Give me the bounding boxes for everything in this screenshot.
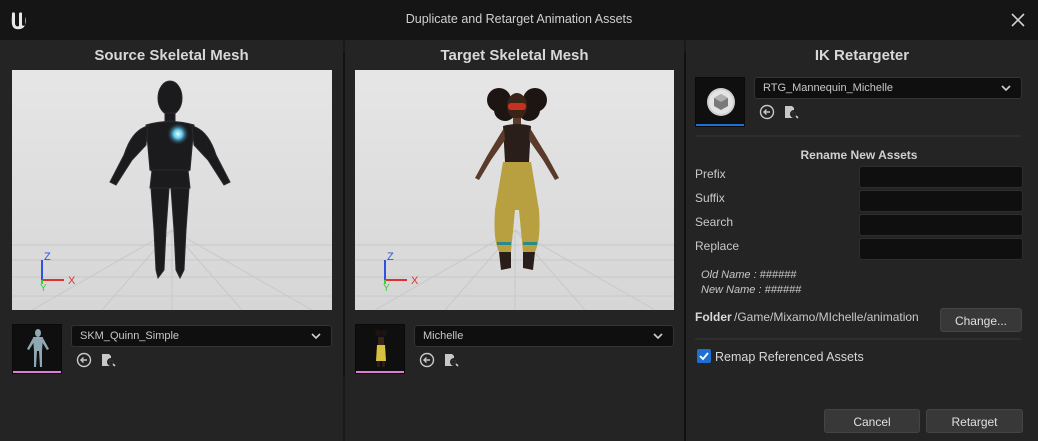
source-mesh-thumbnail[interactable] (12, 324, 62, 374)
cancel-button[interactable]: Cancel (824, 409, 920, 433)
old-name-preview: Old Name : ###### (701, 269, 797, 281)
title-bar: Duplicate and Retarget Animation Assets (0, 0, 1038, 40)
use-selected-arrow-icon[interactable] (419, 352, 435, 368)
svg-text:Y: Y (383, 283, 390, 294)
source-mesh-combo[interactable]: SKM_Quinn_Simple (71, 325, 332, 347)
chevron-down-icon (653, 333, 663, 340)
new-name-preview: New Name : ###### (701, 284, 802, 296)
source-preview-scene: Z X Y (12, 70, 332, 310)
target-panel-title: Target Skeletal Mesh (440, 47, 589, 64)
folder-label: Folder (695, 310, 732, 324)
source-viewport[interactable]: Z X Y (12, 70, 332, 310)
svg-text:Z: Z (387, 251, 394, 263)
retargeter-thumbnail[interactable] (695, 77, 745, 127)
svg-text:X: X (411, 275, 419, 287)
suffix-label: Suffix (695, 191, 725, 205)
replace-input[interactable] (859, 238, 1023, 260)
search-input[interactable] (859, 214, 1023, 236)
target-mesh-name: Michelle (423, 330, 464, 342)
separator (695, 338, 1021, 340)
prefix-label: Prefix (695, 167, 726, 181)
replace-label: Replace (695, 239, 740, 253)
retargeter-asset-combo[interactable]: RTG_Mannequin_Michelle (754, 77, 1022, 99)
chevron-down-icon (311, 333, 321, 340)
target-viewport[interactable]: Z X Y (355, 70, 674, 310)
checkmark-icon (699, 352, 709, 361)
rename-section-heading: Rename New Assets (800, 148, 918, 162)
retargeter-asset-name: RTG_Mannequin_Michelle (763, 82, 894, 94)
svg-text:Z: Z (44, 251, 51, 263)
change-folder-button[interactable]: Change... (940, 308, 1022, 332)
close-icon[interactable] (1006, 8, 1030, 32)
remap-label: Remap Referenced Assets (715, 350, 864, 364)
svg-text:X: X (68, 275, 76, 287)
retarget-button[interactable]: Retarget (926, 409, 1023, 433)
browse-asset-icon[interactable] (100, 352, 116, 368)
target-mesh-thumbnail[interactable] (355, 324, 405, 374)
prefix-input[interactable] (859, 166, 1023, 188)
use-selected-arrow-icon[interactable] (759, 104, 775, 120)
window-title: Duplicate and Retarget Animation Assets (405, 12, 633, 26)
retargeter-panel-title: IK Retargeter (814, 47, 910, 64)
suffix-input[interactable] (859, 190, 1023, 212)
chevron-down-icon (1001, 85, 1011, 92)
remap-checkbox[interactable] (697, 349, 711, 363)
browse-asset-icon[interactable] (443, 352, 459, 368)
source-mesh-name: SKM_Quinn_Simple (80, 330, 180, 342)
folder-path: /Game/Mixamo/MIchelle/animation (734, 310, 919, 324)
use-selected-arrow-icon[interactable] (76, 352, 92, 368)
browse-asset-icon[interactable] (783, 104, 799, 120)
search-label: Search (695, 215, 734, 229)
target-preview-scene: Z X Y (355, 70, 674, 310)
target-mesh-combo[interactable]: Michelle (414, 325, 674, 347)
source-panel-title: Source Skeletal Mesh (94, 47, 249, 64)
separator (695, 135, 1021, 137)
svg-text:Y: Y (40, 283, 47, 294)
